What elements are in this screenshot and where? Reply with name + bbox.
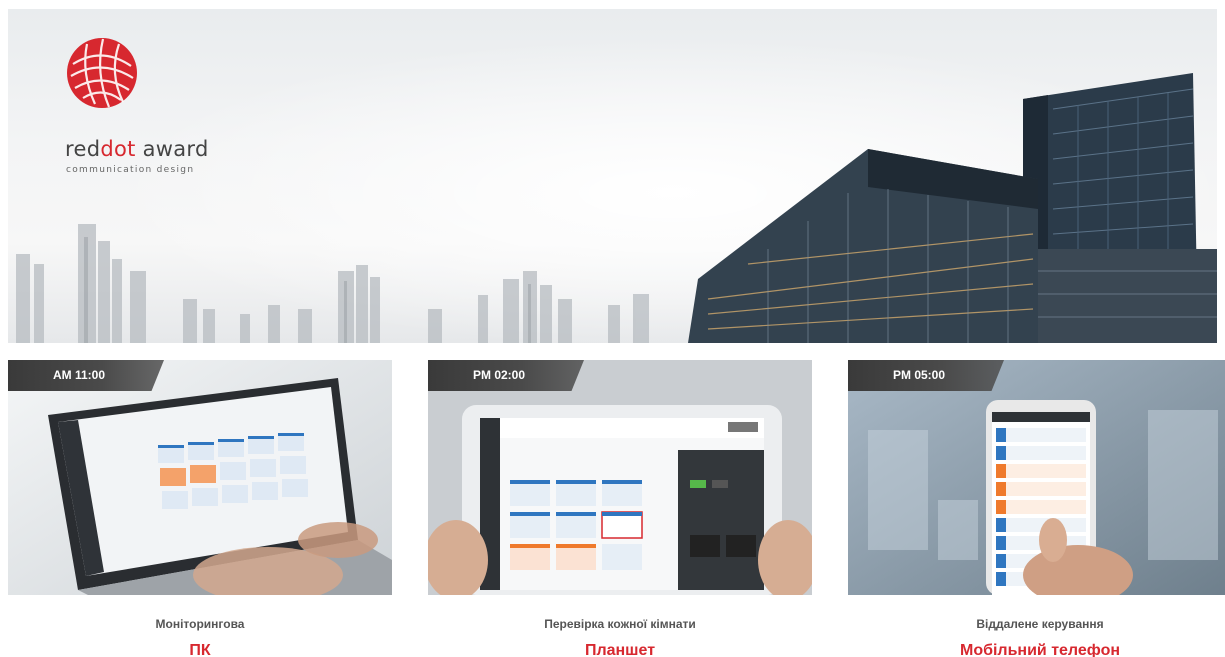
smartphone-icon <box>848 360 1225 595</box>
hero-banner: reddot award communication design <box>8 9 1217 343</box>
card-mobile: PM 05:00 Віддалене керування Мобільний т… <box>848 360 1225 657</box>
card-title[interactable]: Мобільний телефон <box>848 642 1225 657</box>
laptop-icon <box>8 360 392 595</box>
card-pc-image: AM 11:00 <box>8 360 392 595</box>
card-mobile-image: PM 05:00 <box>848 360 1225 595</box>
tablet-icon <box>428 360 812 595</box>
time-badge: AM 11:00 <box>8 360 164 391</box>
card-tablet-image: PM 02:00 <box>428 360 812 595</box>
card-caption: Моніторингова <box>155 617 245 631</box>
reddot-award-subtitle: communication design <box>66 165 195 175</box>
card-title[interactable]: ПК <box>8 642 392 657</box>
reddot-logo-icon <box>67 38 137 108</box>
time-badge: PM 05:00 <box>848 360 1004 391</box>
card-caption: Перевірка кожної кімнати <box>544 617 696 631</box>
card-tablet: PM 02:00 Перевірка кожної кімнати Планше… <box>428 360 812 657</box>
city-skyline-illustration <box>16 73 1217 343</box>
reddot-award-text: reddot award <box>65 137 209 161</box>
card-caption: Віддалене керування <box>976 617 1104 631</box>
card-pc: AM 11:00 Моніторингова ПК <box>8 360 392 657</box>
time-badge: PM 02:00 <box>428 360 584 391</box>
card-title[interactable]: Планшет <box>428 642 812 657</box>
